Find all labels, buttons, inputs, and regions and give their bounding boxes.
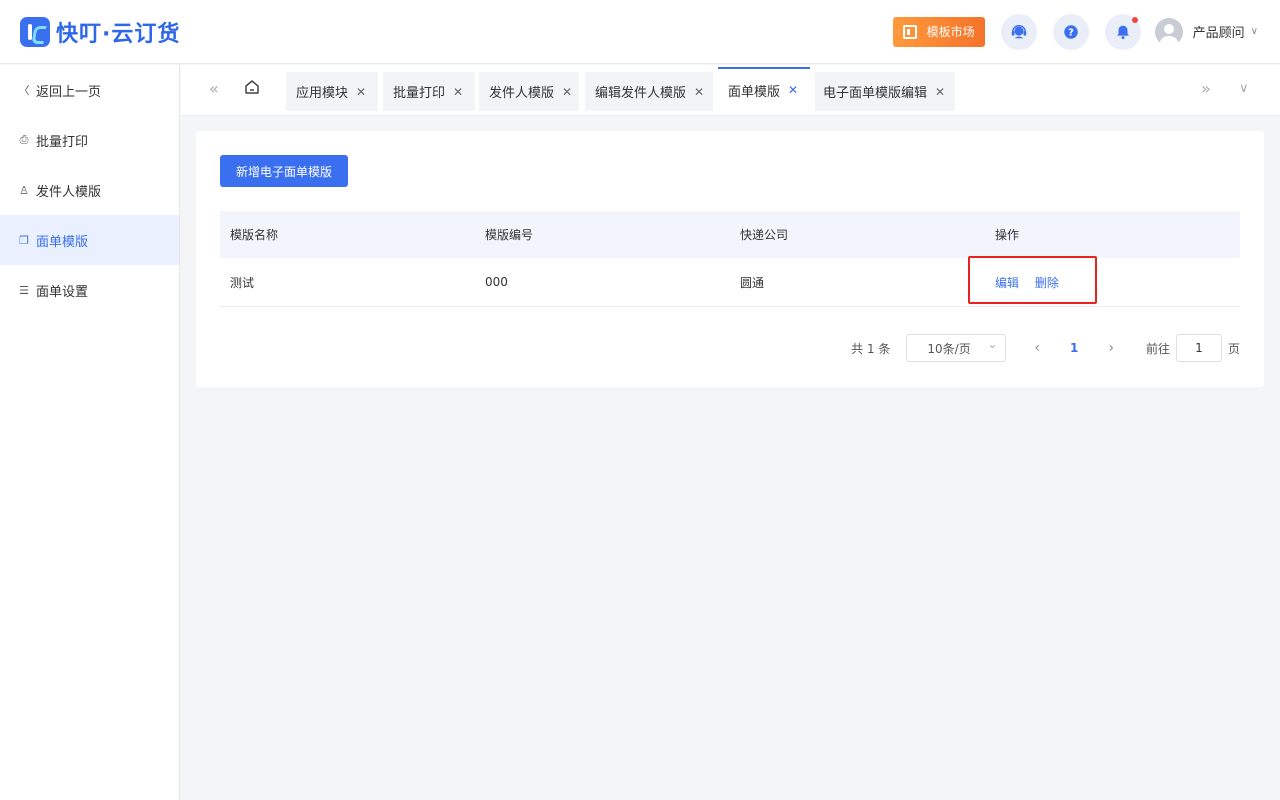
bell-icon (1116, 25, 1129, 39)
help-button[interactable]: ? (1052, 13, 1089, 50)
table-header: 模版名称 模版编号 快递公司 操作 (220, 211, 1240, 258)
close-icon[interactable]: ✕ (356, 85, 366, 99)
total-count: 共 1 条 (851, 341, 891, 356)
close-icon[interactable]: ✕ (788, 83, 798, 97)
notification-dot (1131, 16, 1138, 23)
home-icon[interactable] (243, 78, 261, 100)
layers-icon: ☰ (19, 283, 29, 297)
close-icon[interactable]: ✕ (694, 85, 704, 99)
sidebar-item-waybill-settings[interactable]: ☰ 面单设置 (0, 265, 179, 315)
tab-label: 应用模块 (296, 86, 349, 101)
tab-bar: « 应用模块 ✕ 批量打印 ✕ 发件人模版 ✕ 编辑发件人模版 ✕ 面单模版 ✕… (181, 65, 1280, 116)
sidebar-item-label: 发件人模版 (36, 184, 102, 200)
sidebar: 〈 返回上一页 ⎙ 批量打印 ♙ 发件人模版 ❐ 面单模版 ☰ 面单设置 (0, 65, 180, 800)
customer-service-button[interactable] (1000, 13, 1037, 50)
header-actions: 模板市场 ? 产品顾问 ∨ (892, 13, 1258, 50)
tab-waybill-template-edit[interactable]: 电子面单模版编辑 ✕ (815, 72, 955, 111)
page-size-select[interactable]: 10条/页 (906, 334, 1007, 362)
column-header-code: 模版编号 (485, 228, 534, 242)
sidebar-item-batch-print[interactable]: ⎙ 批量打印 (0, 115, 179, 165)
svg-text:?: ? (1068, 27, 1074, 38)
sidebar-item-waybill-template[interactable]: ❐ 面单模版 (0, 215, 179, 265)
cell-courier: 圆通 (740, 275, 765, 290)
logo-icon (20, 16, 50, 47)
headset-icon (1011, 24, 1026, 38)
printer-icon: ⎙ (19, 133, 29, 146)
sidebar-item-sender-template[interactable]: ♙ 发件人模版 (0, 165, 179, 215)
cell-name: 测试 (230, 275, 255, 290)
pagination: 共 1 条 10条/页 ‹ 1 › 前往 1 页 (851, 334, 1240, 362)
close-icon[interactable]: ✕ (562, 85, 572, 99)
template-icon (902, 24, 917, 39)
sidebar-back[interactable]: 〈 返回上一页 (0, 65, 179, 115)
tab-label: 发件人模版 (489, 86, 555, 101)
sidebar-item-label: 面单设置 (36, 284, 89, 300)
close-icon[interactable]: ✕ (453, 85, 463, 99)
top-header: 快叮·云订货 模板市场 ? 产品顾问 ∨ (0, 0, 1280, 64)
page-size-value: 10条/页 (927, 341, 971, 356)
goto-page-input[interactable]: 1 (1175, 334, 1222, 362)
scroll-right-icon[interactable]: » (1201, 79, 1211, 98)
sidebar-item-label: 批量打印 (36, 134, 89, 150)
scroll-left-icon[interactable]: « (209, 79, 219, 98)
template-market-button[interactable]: 模板市场 (892, 16, 985, 47)
chevron-left-icon: 〈 (18, 84, 30, 97)
user-icon: ♙ (19, 183, 29, 197)
prev-page-icon[interactable]: ‹ (1034, 340, 1040, 356)
user-menu[interactable]: 产品顾问 ∨ (1154, 17, 1258, 46)
brand-name: 快叮·云订货 (56, 21, 181, 47)
next-page-icon[interactable]: › (1108, 340, 1114, 356)
waybill-template-card: 新增电子面单模版 模版名称 模版编号 快递公司 操作 测试 000 圆通 编辑 … (196, 131, 1264, 387)
document-copy-icon: ❐ (19, 233, 29, 247)
tab-waybill-template[interactable]: 面单模版 ✕ (718, 67, 810, 111)
tab-label: 面单模版 (728, 84, 781, 100)
brand-logo[interactable]: 快叮·云订货 (20, 16, 180, 48)
cell-code: 000 (485, 275, 508, 289)
sidebar-item-label: 面单模版 (36, 234, 89, 250)
tab-sender-template[interactable]: 发件人模版 ✕ (479, 72, 579, 111)
avatar (1154, 17, 1183, 46)
user-name: 产品顾问 (1192, 26, 1245, 41)
column-header-actions: 操作 (995, 228, 1020, 242)
goto-label: 前往 (1145, 341, 1170, 356)
tab-label: 编辑发件人模版 (595, 86, 687, 101)
column-header-courier: 快递公司 (740, 228, 789, 242)
tab-app-module[interactable]: 应用模块 ✕ (286, 72, 378, 111)
tab-edit-sender-template[interactable]: 编辑发件人模版 ✕ (585, 72, 713, 111)
tab-label: 批量打印 (393, 86, 446, 101)
tab-batch-print[interactable]: 批量打印 ✕ (383, 72, 475, 111)
current-page[interactable]: 1 (1070, 341, 1078, 355)
notification-button[interactable] (1104, 13, 1141, 50)
column-header-name: 模版名称 (230, 228, 279, 242)
sidebar-back-label: 返回上一页 (36, 84, 102, 100)
page-suffix: 页 (1227, 341, 1240, 356)
template-market-label: 模板市场 (926, 25, 975, 39)
add-waybill-template-button[interactable]: 新增电子面单模版 (220, 155, 348, 187)
close-icon[interactable]: ✕ (935, 85, 945, 99)
chevron-down-icon: ∨ (1250, 26, 1258, 37)
question-icon: ? (1063, 24, 1078, 39)
chevron-down-icon[interactable]: ∨ (1239, 81, 1249, 96)
tab-label: 电子面单模版编辑 (823, 86, 928, 101)
highlight-box (968, 256, 1097, 304)
